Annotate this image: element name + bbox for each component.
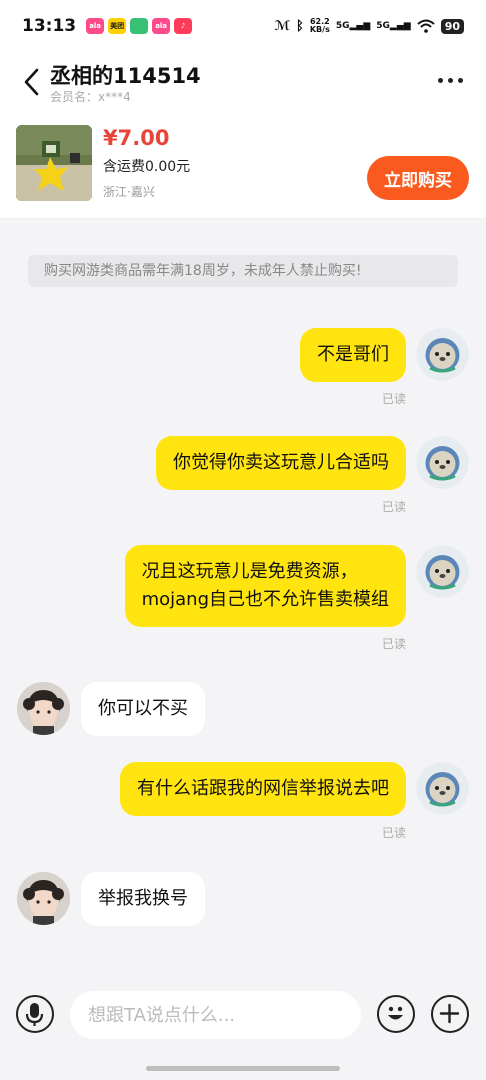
- my-message-bubble[interactable]: 况且这玩意儿是免费资源， mojang自己也不允许售卖模组: [124, 545, 406, 627]
- status-right: ℳ ᛒ 62.2 KB/s 5G▂▄▆ 5G▂▄▆ 90: [275, 18, 464, 34]
- microphone-icon: [25, 1003, 44, 1026]
- product-image[interactable]: [16, 125, 92, 201]
- my-avatar[interactable]: [416, 545, 469, 598]
- bluetooth-icon: ᛒ: [296, 18, 304, 34]
- app-icon-2: 美团: [108, 18, 127, 34]
- seller-location: 浙江·嘉兴: [103, 185, 155, 199]
- back-button[interactable]: [20, 66, 44, 98]
- dot-icon: [437, 77, 443, 83]
- member-name: 会员名：x***4: [50, 90, 131, 104]
- app-icon-5: ♪: [174, 18, 193, 34]
- my-message-bubble[interactable]: 有什么话跟我的网信举报说去吧: [120, 762, 406, 816]
- app-icon-3: [130, 18, 149, 34]
- seller-avatar[interactable]: [17, 682, 70, 735]
- emoji-button[interactable]: [377, 995, 415, 1033]
- message-line: 况且这玩意儿是免费资源，: [141, 561, 358, 582]
- seller-message-bubble[interactable]: 你可以不买: [81, 682, 205, 736]
- my-avatar[interactable]: [416, 762, 469, 815]
- nfc-icon: ℳ: [274, 18, 291, 34]
- input-bar: [0, 980, 486, 1080]
- shipping-info: 含运费0.00元: [103, 159, 191, 175]
- signal-icon-2: 5G▂▄▆: [376, 21, 411, 31]
- read-status: 已读: [381, 392, 406, 406]
- my-message-bubble[interactable]: 你觉得你卖这玩意儿合适吗: [156, 436, 406, 490]
- product-card[interactable]: ¥7.00 含运费0.00元 浙江·嘉兴 立即购买: [0, 112, 486, 219]
- chat-header: 丞相的114514 会员名：x***4: [0, 52, 486, 112]
- read-status: 已读: [381, 826, 406, 840]
- read-status: 已读: [381, 500, 406, 514]
- more-options-button[interactable]: [432, 68, 468, 92]
- app-icon-1: ala: [86, 18, 105, 34]
- wifi-icon: [417, 19, 435, 33]
- age-notice: 购买网游类商品需年满18周岁，未成年人禁止购买!: [28, 255, 458, 287]
- app-icon-4: ala: [152, 18, 171, 34]
- net-speed: 62.2 KB/s: [309, 17, 330, 34]
- message-line: mojang自己也不允许售卖模组: [141, 589, 389, 610]
- seller-message-bubble[interactable]: 举报我换号: [81, 872, 205, 926]
- signal-icon-1: 5G▂▄▆: [335, 21, 371, 31]
- chevron-left-icon: [24, 68, 39, 96]
- voice-button[interactable]: [16, 995, 54, 1033]
- dot-icon: [447, 77, 453, 83]
- dot-icon: [457, 77, 463, 83]
- plus-icon: [439, 1003, 460, 1024]
- message-input[interactable]: [70, 991, 361, 1039]
- buy-now-button[interactable]: 立即购买: [367, 156, 469, 200]
- seller-avatar[interactable]: [17, 872, 70, 925]
- status-time: 13:13: [22, 16, 77, 36]
- status-bar: 13:13 ala 美团 ala ♪ ℳ ᛒ 62.2 KB/s 5G▂▄▆ 5…: [0, 0, 486, 52]
- smiley-icon: [388, 1006, 403, 1020]
- chat-title: 丞相的114514: [50, 64, 201, 88]
- my-avatar[interactable]: [416, 436, 469, 489]
- product-price: ¥7.00: [103, 126, 170, 150]
- read-status: 已读: [381, 637, 406, 651]
- my-avatar[interactable]: [416, 328, 469, 381]
- notification-icons: ala 美团 ala ♪: [86, 18, 193, 34]
- more-actions-button[interactable]: [431, 995, 469, 1033]
- battery-icon: 90: [440, 18, 464, 34]
- home-indicator[interactable]: [146, 1066, 340, 1071]
- my-message-bubble[interactable]: 不是哥们: [300, 328, 406, 382]
